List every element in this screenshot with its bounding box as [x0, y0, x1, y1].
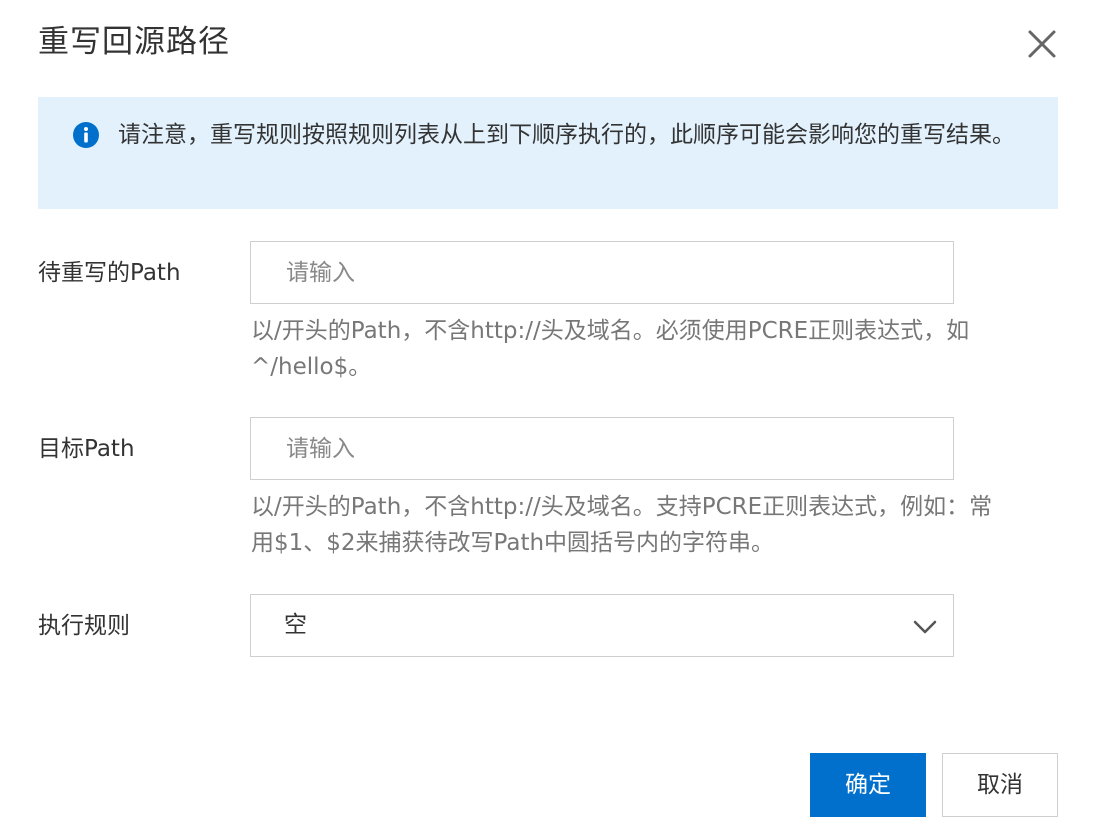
source-path-label: 待重写的Path	[38, 260, 181, 286]
dialog-title: 重写回源路径	[38, 24, 230, 60]
confirm-button[interactable]: 确定	[810, 753, 926, 817]
rule-select[interactable]: 空	[250, 594, 954, 657]
target-path-input[interactable]	[250, 417, 954, 480]
notice-text: 请注意，重写规则按照规则列表从上到下顺序执行的，此顺序可能会影响您的重写结果。	[118, 122, 1015, 148]
rule-label: 执行规则	[38, 613, 130, 639]
rule-selected-value: 空	[284, 612, 307, 638]
info-icon	[73, 122, 99, 148]
close-button[interactable]	[1022, 24, 1062, 64]
source-path-input[interactable]	[250, 241, 954, 304]
chevron-down-icon	[913, 620, 937, 634]
rewrite-origin-path-dialog: 重写回源路径 请注意，重写规则按照规则列表从上到下顺序执行的，此顺序可能会影响您…	[0, 0, 1096, 840]
close-icon	[1028, 30, 1056, 58]
notice-banner: 请注意，重写规则按照规则列表从上到下顺序执行的，此顺序可能会影响您的重写结果。	[38, 97, 1058, 209]
source-path-help: 以/开头的Path，不含http://头及域名。必须使用PCRE正则表达式，如^…	[251, 318, 970, 380]
cancel-button[interactable]: 取消	[942, 753, 1058, 817]
target-path-label: 目标Path	[38, 436, 135, 462]
target-path-help: 以/开头的Path，不含http://头及域名。支持PCRE正则表达式，例如：常…	[251, 494, 993, 556]
